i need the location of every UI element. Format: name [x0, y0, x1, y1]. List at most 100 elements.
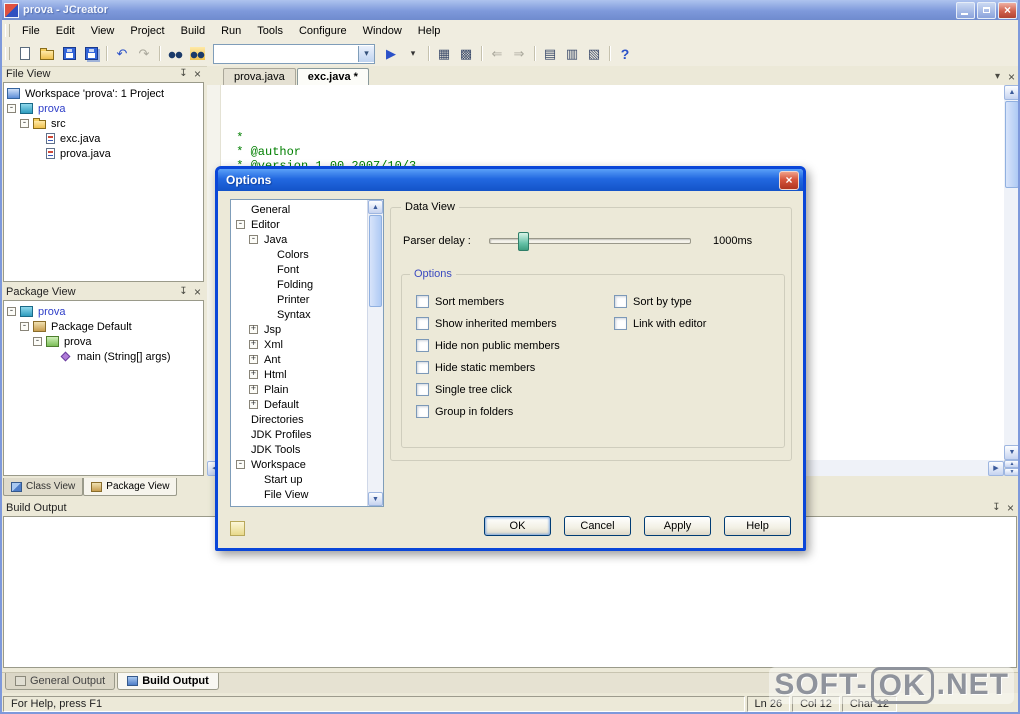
- options-tree-item[interactable]: Directories: [233, 412, 367, 427]
- checkbox[interactable]: [416, 317, 429, 330]
- editor-vertical-scrollbar[interactable]: [1004, 85, 1020, 460]
- ok-button[interactable]: OK: [484, 516, 551, 536]
- options-tree-item[interactable]: + Xml: [233, 337, 367, 352]
- scroll-down-icon[interactable]: [1004, 445, 1020, 460]
- options-tree-item[interactable]: + Jsp: [233, 322, 367, 337]
- quick-scroll-down-icon[interactable]: [1004, 468, 1020, 476]
- output-pane-icon[interactable]: ▤: [540, 44, 560, 64]
- tab-prova-java[interactable]: prova.java: [223, 68, 296, 85]
- menu-item-configure[interactable]: Configure: [291, 22, 355, 40]
- close-button[interactable]: [998, 1, 1017, 19]
- options-tree-item[interactable]: - Editor: [233, 217, 367, 232]
- expander-icon[interactable]: -: [20, 119, 29, 128]
- options-tree-item[interactable]: - Workspace: [233, 457, 367, 472]
- run-icon[interactable]: ▶: [381, 44, 401, 64]
- options-tree-item[interactable]: + Html: [233, 367, 367, 382]
- document-list-icon[interactable]: [991, 70, 1004, 83]
- menu-item-edit[interactable]: Edit: [48, 22, 83, 40]
- undo-icon[interactable]: ↶: [112, 44, 132, 64]
- tab-package-view[interactable]: Package View: [83, 478, 178, 496]
- find-icon[interactable]: [165, 44, 185, 64]
- checkbox-option[interactable]: Group in folders: [416, 405, 560, 418]
- expander-icon[interactable]: +: [249, 385, 258, 394]
- view-pane-icon[interactable]: ▥: [562, 44, 582, 64]
- cancel-button[interactable]: Cancel: [564, 516, 631, 536]
- run-dropdown-icon[interactable]: ▾: [403, 44, 423, 64]
- options-tree-item[interactable]: JDK Tools: [233, 442, 367, 457]
- quick-scroll-up-icon[interactable]: [1004, 460, 1020, 468]
- options-tree-item[interactable]: Start up: [233, 472, 367, 487]
- parser-delay-slider[interactable]: [489, 231, 691, 251]
- checkbox-option[interactable]: Hide non public members: [416, 339, 560, 352]
- scroll-down-icon[interactable]: [368, 492, 383, 506]
- options-tree-item[interactable]: - Java: [233, 232, 367, 247]
- dialog-titlebar[interactable]: Options: [218, 169, 803, 191]
- find-in-files-icon[interactable]: [187, 44, 207, 64]
- new-file-icon[interactable]: [15, 44, 35, 64]
- scroll-up-icon[interactable]: [368, 200, 383, 214]
- scroll-right-icon[interactable]: [988, 460, 1004, 476]
- minimize-button[interactable]: [956, 1, 975, 19]
- checkbox-option[interactable]: Hide static members: [416, 361, 560, 374]
- tree-item[interactable]: - Package Default: [4, 319, 203, 334]
- expander-icon[interactable]: -: [236, 220, 245, 229]
- checkbox-option[interactable]: Show inherited members: [416, 317, 560, 330]
- workspace-pane-icon[interactable]: ▧: [584, 44, 604, 64]
- options-tree-item[interactable]: Syntax: [233, 307, 367, 322]
- tree-item[interactable]: - src: [4, 116, 203, 131]
- menu-item-window[interactable]: Window: [355, 22, 410, 40]
- expander-icon[interactable]: -: [33, 337, 42, 346]
- save-icon[interactable]: [59, 44, 79, 64]
- close-panel-icon[interactable]: [1004, 502, 1017, 515]
- tab-exc-java[interactable]: exc.java *: [296, 68, 369, 86]
- expander-icon[interactable]: +: [249, 400, 258, 409]
- checkbox-option[interactable]: Link with editor: [614, 317, 706, 330]
- help-icon[interactable]: ?: [615, 44, 635, 64]
- expander-icon[interactable]: -: [20, 322, 29, 331]
- apply-button[interactable]: Apply: [644, 516, 711, 536]
- checkbox[interactable]: [614, 295, 627, 308]
- checkbox[interactable]: [416, 339, 429, 352]
- options-tree-item[interactable]: + Default: [233, 397, 367, 412]
- close-panel-icon[interactable]: [191, 68, 204, 81]
- expander-icon[interactable]: -: [249, 235, 258, 244]
- options-tree-item[interactable]: Font: [233, 262, 367, 277]
- project-pane-icon[interactable]: ▩: [456, 44, 476, 64]
- checkbox[interactable]: [416, 295, 429, 308]
- menu-item-help[interactable]: Help: [410, 22, 449, 40]
- expander-icon[interactable]: +: [249, 340, 258, 349]
- tree-scroll-thumb[interactable]: [369, 215, 382, 307]
- checkbox[interactable]: [416, 383, 429, 396]
- tree-scrollbar[interactable]: [367, 200, 383, 506]
- class-wizard-icon[interactable]: ▦: [434, 44, 454, 64]
- tab-class-view[interactable]: Class View: [3, 478, 84, 496]
- checkbox-option[interactable]: Sort members: [416, 295, 560, 308]
- menu-item-build[interactable]: Build: [173, 22, 213, 40]
- forward-icon[interactable]: ⇒: [509, 44, 529, 64]
- combo-dropdown-icon[interactable]: [358, 45, 374, 62]
- tree-item[interactable]: prova.java: [4, 146, 203, 161]
- open-folder-icon[interactable]: [37, 44, 57, 64]
- tree-item[interactable]: Workspace 'prova': 1 Project: [4, 86, 203, 101]
- menu-item-tools[interactable]: Tools: [249, 22, 291, 40]
- expander-icon[interactable]: -: [7, 307, 16, 316]
- help-button[interactable]: Help: [724, 516, 791, 536]
- checkbox[interactable]: [614, 317, 627, 330]
- tab-build-output[interactable]: Build Output: [117, 673, 219, 690]
- titlebar[interactable]: prova - JCreator: [0, 0, 1020, 20]
- tab-general-output[interactable]: General Output: [5, 673, 116, 690]
- options-tree-item[interactable]: Colors: [233, 247, 367, 262]
- options-tree-item[interactable]: + Ant: [233, 352, 367, 367]
- checkbox[interactable]: [416, 405, 429, 418]
- maximize-button[interactable]: [977, 1, 996, 19]
- menu-item-project[interactable]: Project: [122, 22, 172, 40]
- pin-icon[interactable]: [177, 68, 190, 81]
- options-tree-item[interactable]: + Plain: [233, 382, 367, 397]
- pin-icon[interactable]: [177, 286, 190, 299]
- menu-item-run[interactable]: Run: [213, 22, 249, 40]
- checkbox-option[interactable]: Single tree click: [416, 383, 560, 396]
- options-tree-item[interactable]: Folding: [233, 277, 367, 292]
- close-document-icon[interactable]: [1005, 70, 1018, 83]
- options-tree-item[interactable]: File View: [233, 487, 367, 502]
- options-tree-item[interactable]: JDK Profiles: [233, 427, 367, 442]
